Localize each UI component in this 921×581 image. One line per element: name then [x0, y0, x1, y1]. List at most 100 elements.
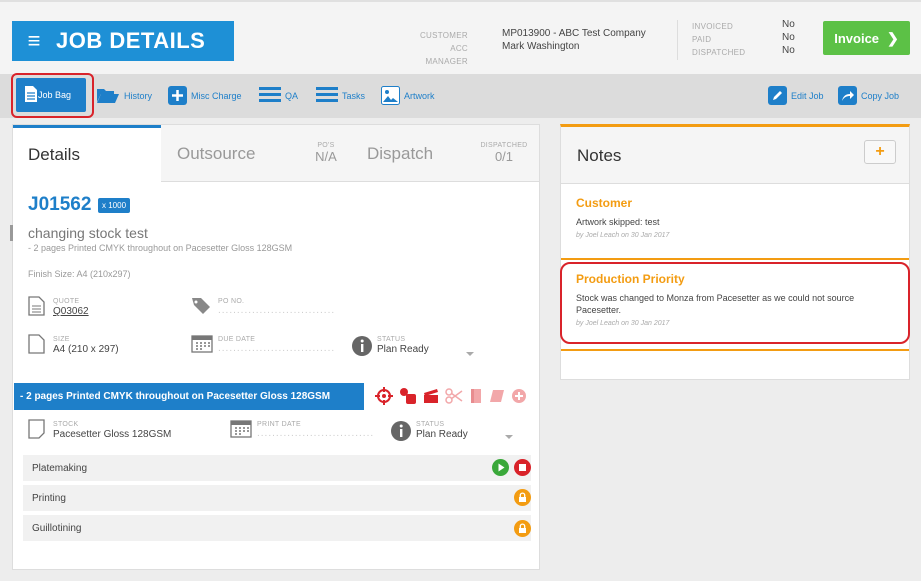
scissors-icon [445, 387, 463, 407]
customer-labels: CUSTOMER ACC MANAGER [410, 29, 468, 68]
note-title: Customer [576, 196, 633, 210]
history-button[interactable]: History [96, 83, 152, 109]
paid-label: PAID [692, 35, 712, 44]
edit-job-button[interactable]: Edit Job [768, 83, 824, 109]
quote-link[interactable]: Q03062 [53, 306, 89, 317]
play-icon[interactable] [492, 459, 509, 479]
step-row-platemaking[interactable]: Platemaking [23, 454, 531, 481]
qa-button[interactable]: QA [259, 83, 298, 109]
job-number: J01562 [28, 194, 92, 215]
tab-details[interactable]: Details [13, 125, 161, 182]
step-label: Platemaking [32, 462, 88, 474]
po-label: PO NO. [218, 298, 245, 305]
header-divider [677, 20, 678, 60]
tasks-label: Tasks [342, 91, 366, 101]
customer-label: CUSTOMER [419, 31, 468, 40]
size-field: SIZE A4 (210 x 297) [53, 336, 119, 355]
hamburger-menu-icon[interactable]: ≡ [12, 21, 56, 61]
invoice-button[interactable]: Invoice ❯ [823, 21, 910, 55]
item-status-label: STATUS [416, 421, 445, 428]
info-icon [352, 336, 372, 359]
job-bag-label: Job Bag [38, 90, 72, 100]
acc-manager-label: ACC MANAGER [425, 44, 468, 66]
step-row-printing[interactable]: Printing [23, 484, 531, 511]
due-date-input[interactable]: ............................... [218, 343, 335, 354]
dispatched-label: DISPATCHED [692, 48, 746, 57]
plus-square-icon [168, 85, 187, 107]
pos-label: PO'S [317, 142, 335, 149]
job-bag-button[interactable]: Job Bag [16, 78, 86, 112]
tasks-button[interactable]: Tasks [316, 83, 365, 109]
tab-dispatch-label: Dispatch [367, 143, 434, 163]
target-icon[interactable] [375, 386, 393, 408]
dispatched-indicator: DISPATCHED 0/1 [476, 142, 532, 164]
clapper-icon[interactable] [423, 388, 439, 407]
acc-manager-value: Mark Washington [502, 41, 580, 52]
size-page-icon [28, 334, 45, 357]
note-divider [561, 349, 909, 351]
book-icon [469, 388, 483, 407]
add-circle-icon [511, 388, 527, 407]
folder-open-icon [96, 86, 120, 106]
print-date-field[interactable]: PRINT DATE .............................… [257, 421, 374, 439]
detail-tabs: Details Outsource PO'S N/A Dispatch DISP… [13, 125, 539, 182]
finish-size: Finish Size: A4 (210x297) [28, 269, 131, 279]
item-info-icon [391, 421, 411, 444]
calendar-icon [191, 333, 213, 356]
status-value: Plan Ready [377, 344, 429, 355]
item-title: - 2 pages Printed CMYK throughout on Pac… [20, 391, 331, 402]
history-label: History [124, 91, 153, 101]
edit-job-label: Edit Job [791, 91, 824, 101]
status-dropdown-icon[interactable] [466, 352, 474, 356]
qa-label: QA [285, 91, 299, 101]
dispatched-tab-label: DISPATCHED [480, 142, 528, 149]
step-row-guillotining[interactable]: Guillotining [23, 514, 531, 541]
misc-charge-button[interactable]: Misc Charge [168, 83, 242, 109]
item-status-dropdown-icon[interactable] [505, 435, 513, 439]
item-status-value: Plan Ready [416, 429, 468, 440]
po-number-field[interactable]: PO NO. ............................... [218, 298, 335, 316]
item-header-bar[interactable]: - 2 pages Printed CMYK throughout on Pac… [14, 383, 364, 410]
quote-field: QUOTE Q03062 [53, 298, 89, 317]
artwork-label: Artwork [404, 91, 435, 101]
po-number-input[interactable]: ............................... [218, 305, 335, 316]
note-meta: by Joel Leach on 30 Jan 2017 [576, 232, 670, 239]
notes-title: Notes [577, 146, 622, 165]
quote-document-icon [28, 296, 45, 319]
print-date-label: PRINT DATE [257, 421, 301, 428]
tasks-list-icon [316, 86, 338, 106]
pos-value: N/A [315, 149, 337, 164]
status-flag-values: No No No [782, 18, 795, 57]
image-icon [381, 85, 400, 107]
item-actions [375, 386, 527, 408]
note-divider [561, 258, 909, 260]
chevron-right-icon: ❯ [887, 29, 899, 46]
tab-outsource-label: Outsource [177, 143, 256, 163]
stock-page-icon [28, 419, 45, 442]
step-label: Printing [32, 492, 66, 504]
quantity-badge: x 1000 [98, 198, 131, 213]
due-date-field[interactable]: DUE DATE ............................... [218, 336, 335, 354]
clone-icon[interactable] [399, 387, 417, 408]
size-label: SIZE [53, 336, 70, 343]
status-select[interactable]: STATUS Plan Ready [377, 336, 429, 355]
artwork-button[interactable]: Artwork [381, 83, 435, 109]
print-date-input[interactable]: ............................... [257, 428, 374, 439]
stop-icon[interactable] [514, 459, 531, 479]
copy-job-button[interactable]: Copy Job [838, 83, 899, 109]
step-label: Guillotining [32, 522, 82, 534]
job-title: changing stock test [28, 225, 148, 241]
tab-dispatch[interactable]: Dispatch [367, 125, 467, 182]
quote-label: QUOTE [53, 298, 80, 305]
add-note-button[interactable]: + [864, 140, 896, 164]
size-value: A4 (210 x 297) [53, 344, 119, 355]
page-title-box: ≡ JOB DETAILS [12, 21, 234, 61]
job-subtitle: - 2 pages Printed CMYK throughout on Pac… [28, 243, 293, 253]
page-title: JOB DETAILS [56, 28, 206, 53]
invoiced-label: INVOICED [692, 22, 734, 31]
dispatched-value: No [782, 45, 795, 56]
list-icon [259, 86, 281, 106]
pos-indicator: PO'S N/A [313, 142, 339, 164]
item-status-select[interactable]: STATUS Plan Ready [416, 421, 468, 440]
stock-field: STOCK Pacesetter Gloss 128GSM [53, 421, 171, 440]
